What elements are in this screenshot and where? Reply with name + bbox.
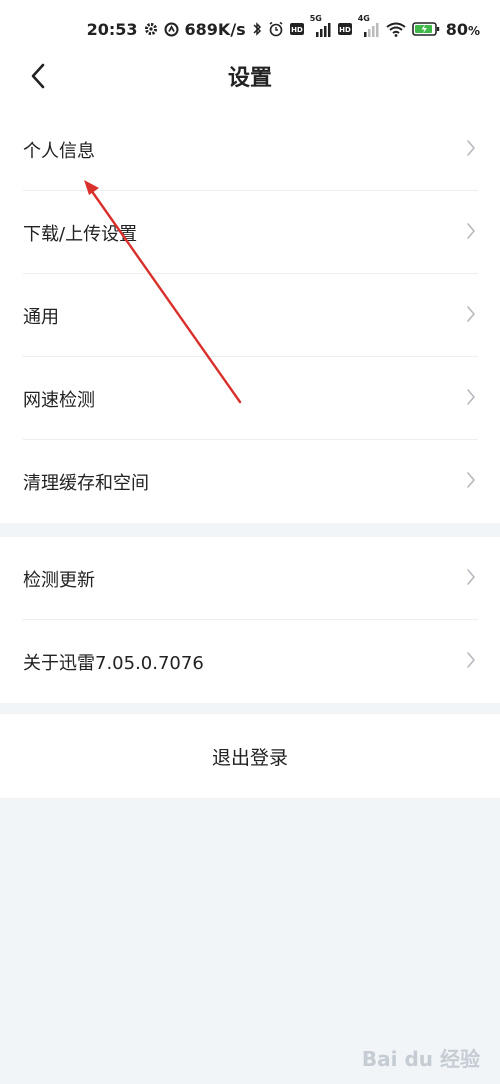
status-time: 20:53 bbox=[86, 19, 138, 39]
battery-charging-icon bbox=[411, 21, 440, 37]
chevron-right-icon bbox=[467, 652, 475, 668]
settings-item-label: 关于迅雷7.05.0.7076 bbox=[23, 652, 204, 674]
baidu-watermark: Bai du 经验 bbox=[362, 1043, 480, 1072]
settings-group-about: 检测更新 关于迅雷7.05.0.7076 bbox=[0, 537, 500, 703]
settings-gear-icon bbox=[144, 22, 158, 36]
svg-text:HD: HD bbox=[291, 26, 303, 34]
settings-item-about[interactable]: 关于迅雷7.05.0.7076 bbox=[0, 620, 500, 703]
settings-item-general[interactable]: 通用 bbox=[0, 274, 500, 357]
signal-4g-label: 4G bbox=[357, 14, 370, 23]
logout-section: 退出登录 bbox=[0, 714, 500, 798]
chevron-right-icon bbox=[467, 140, 475, 156]
network-speed: 689K/s bbox=[184, 19, 246, 39]
chevron-right-icon bbox=[467, 223, 475, 239]
vpn-icon bbox=[164, 22, 179, 37]
settings-item-label: 网速检测 bbox=[23, 389, 95, 411]
cell-signal-4g-icon: 4G bbox=[358, 14, 380, 37]
hd-icon: HD bbox=[289, 23, 304, 35]
bluetooth-icon bbox=[252, 21, 262, 37]
hd-icon: HD bbox=[337, 23, 352, 35]
battery-percent: 80% bbox=[445, 19, 480, 39]
status-bar: 20:53 689K/s HD 5G HD 4G 80% bbox=[80, 14, 480, 44]
watermark-text: Bai du 经验 bbox=[361, 1047, 480, 1071]
chevron-right-icon bbox=[467, 569, 475, 585]
top-bar: 20:53 689K/s HD 5G HD 4G 80% 设置 bbox=[0, 0, 500, 108]
chevron-right-icon bbox=[467, 472, 475, 488]
settings-item-label: 通用 bbox=[23, 306, 59, 328]
chevron-right-icon bbox=[467, 389, 475, 405]
signal-5g-label: 5G bbox=[309, 14, 322, 23]
settings-item-speed-test[interactable]: 网速检测 bbox=[0, 357, 500, 440]
settings-item-check-update[interactable]: 检测更新 bbox=[0, 537, 500, 620]
settings-item-label: 个人信息 bbox=[23, 140, 95, 162]
logout-button[interactable]: 退出登录 bbox=[0, 714, 500, 798]
settings-item-download-upload[interactable]: 下载/上传设置 bbox=[0, 191, 500, 274]
settings-group-main: 个人信息 下载/上传设置 通用 网速检测 清理缓存和空间 bbox=[0, 108, 500, 523]
settings-item-label: 清理缓存和空间 bbox=[23, 472, 149, 494]
settings-item-personal-info[interactable]: 个人信息 bbox=[0, 108, 500, 191]
wifi-icon bbox=[386, 22, 406, 37]
settings-item-label: 下载/上传设置 bbox=[23, 223, 138, 245]
chevron-right-icon bbox=[467, 306, 475, 322]
settings-item-label: 检测更新 bbox=[23, 569, 95, 591]
page-title: 设置 bbox=[227, 66, 272, 91]
alarm-icon bbox=[268, 21, 284, 37]
cell-signal-5g-icon: 5G bbox=[310, 14, 332, 37]
settings-item-clear-cache[interactable]: 清理缓存和空间 bbox=[0, 440, 500, 523]
svg-text:HD: HD bbox=[339, 26, 351, 34]
